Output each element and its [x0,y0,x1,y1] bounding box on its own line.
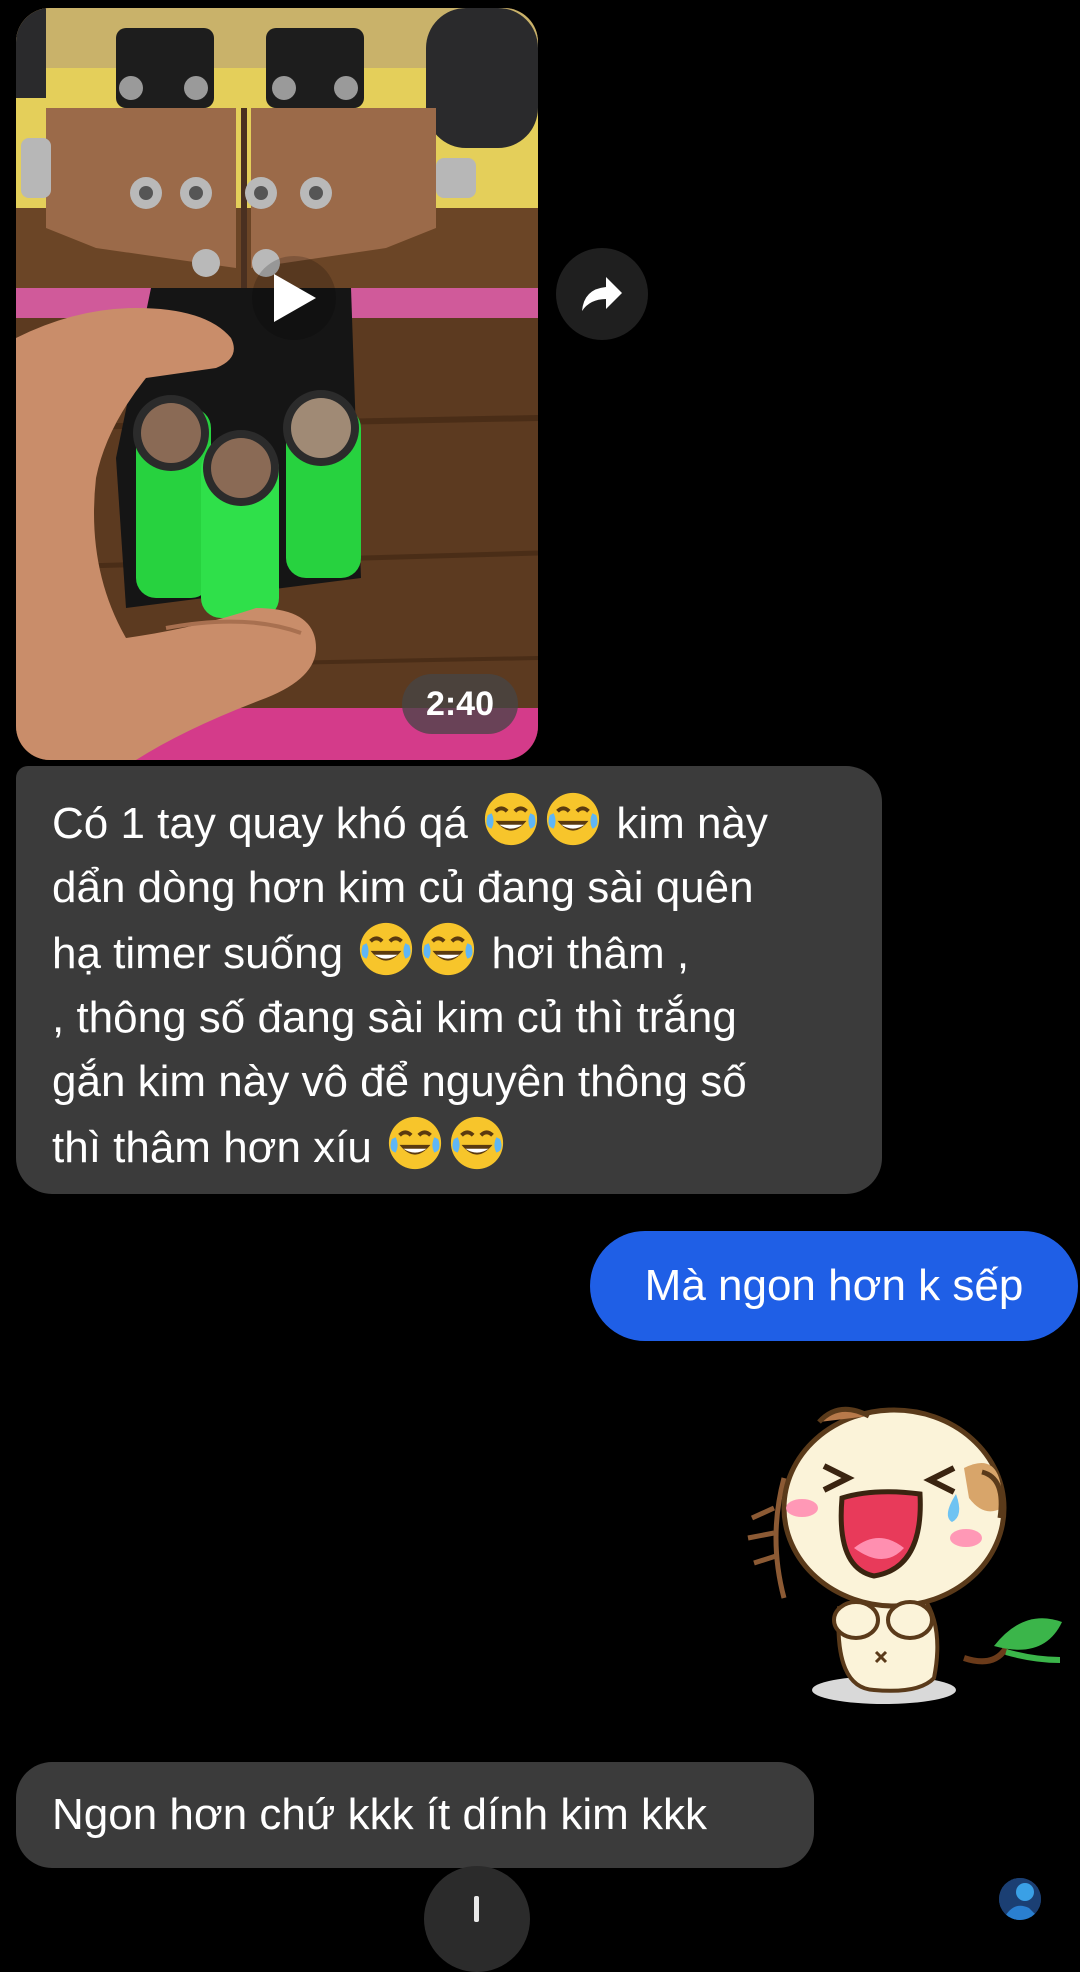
message-line: thì thâm hơn xíu [52,1114,852,1180]
share-button[interactable] [556,248,648,340]
message-text: thì thâm hơn xíu [52,1123,372,1172]
video-thumbnail [16,8,538,760]
message-text: hơi thâm , [491,929,690,978]
message-text: hạ timer suống [52,929,344,978]
outgoing-message-bubble[interactable]: Mà ngon hơn k sếp [590,1231,1078,1341]
face-with-tears-of-joy-icon [422,922,475,976]
face-with-tears-of-joy-icon [389,1116,442,1170]
face-with-tears-of-joy-icon [546,792,600,846]
face-with-tears-of-joy-icon [484,792,538,846]
message-text: Có 1 tay quay khó qá [52,799,468,848]
seen-avatar [999,1878,1041,1920]
message-line: gắn kim này vô để nguyên thông số [52,1057,747,1106]
play-button[interactable] [252,256,336,340]
message-line: , thông số đang sài kim củ thì trắng [52,993,737,1042]
message-line: dẩn dòng hơn kim củ đang sài quên [52,863,754,912]
incoming-message-bubble[interactable]: Ngon hơn chứ kkk ít dính kim kkk [16,1762,814,1868]
dog-sticker-icon [747,1406,1062,1704]
face-with-tears-of-joy-icon [360,922,413,976]
video-duration: 2:40 [401,674,518,734]
message-text: kim này [616,799,768,848]
message-line: Có 1 tay quay khó qá kim này [52,790,852,856]
scroll-down-button[interactable] [424,1866,530,1972]
arrow-down-icon [474,1896,479,1922]
share-arrow-icon [582,277,622,311]
laughing-dog-sticker[interactable] [744,1398,1064,1710]
video-message[interactable]: 2:40 [16,8,538,760]
face-with-tears-of-joy-icon [451,1116,504,1170]
avatar-icon [999,1878,1041,1920]
play-icon [274,274,316,322]
incoming-message-bubble[interactable]: Có 1 tay quay khó qá kim này dẩn dòng hơ… [16,766,882,1194]
message-line: hạ timer suống hơi thâm , [52,920,852,986]
